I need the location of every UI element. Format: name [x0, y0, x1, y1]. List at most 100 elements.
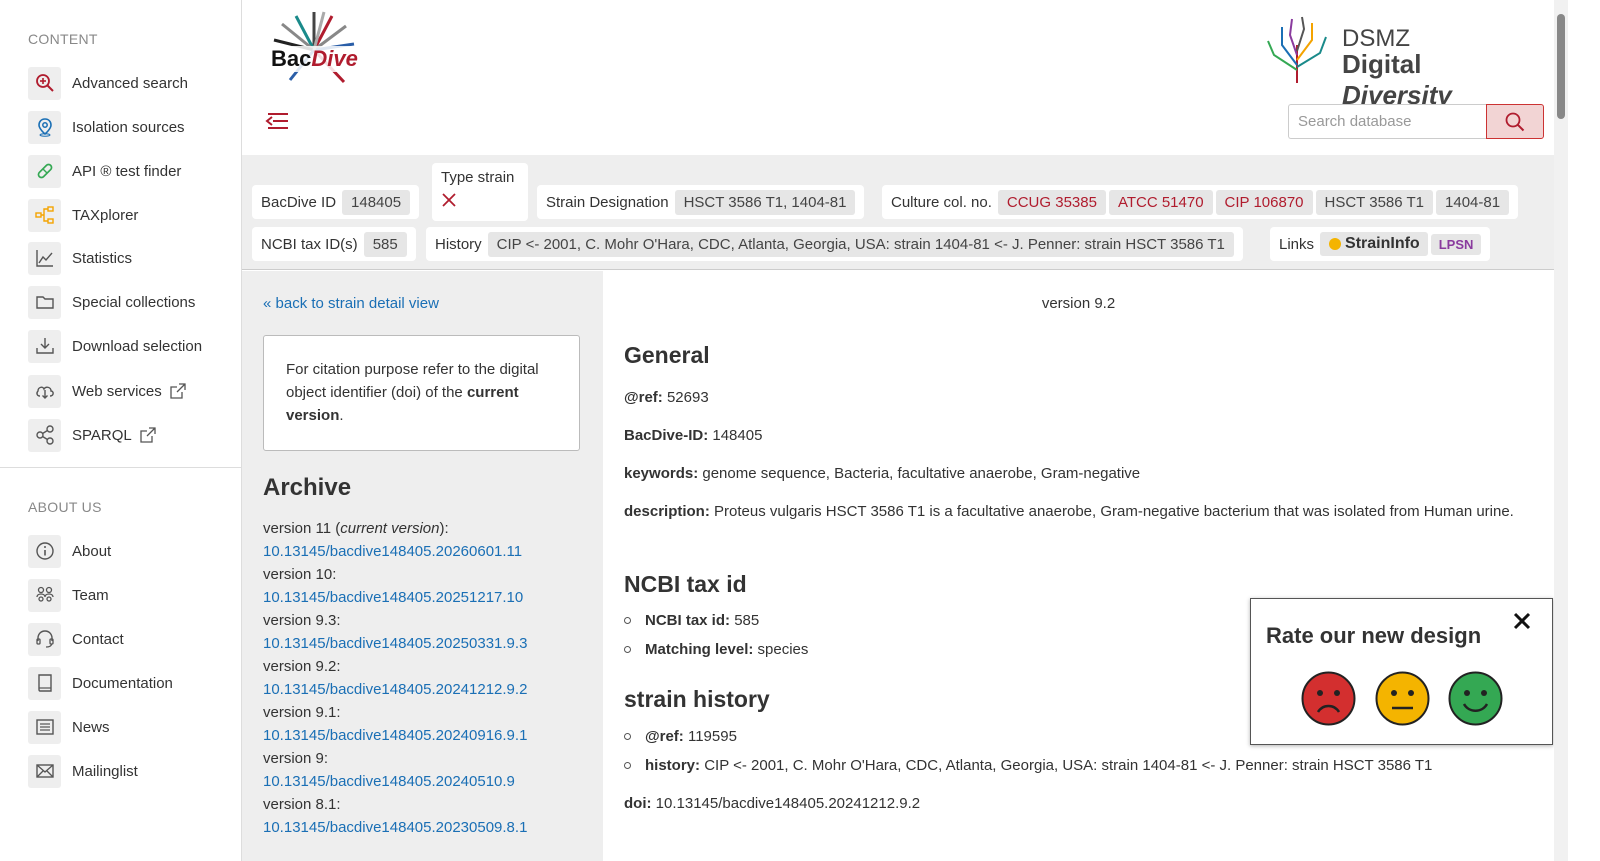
back-to-strain-link[interactable]: « back to strain detail view — [263, 295, 439, 312]
archive-item: version 9.3: 10.13145/bacdive148405.2025… — [263, 609, 527, 655]
pill-icon — [28, 154, 61, 188]
sidebar-item-label: News — [72, 718, 110, 736]
lpsn-link[interactable]: LPSN — [1430, 233, 1482, 255]
sidebar-item-label: Isolation sources — [72, 118, 185, 136]
sidebar-item-about[interactable]: About — [28, 534, 111, 568]
strain-designation-label: Strain Designation — [546, 193, 669, 211]
share-nodes-icon — [28, 418, 61, 452]
archive-doi-link[interactable]: 10.13145/bacdive148405.20241212.9.2 — [263, 678, 527, 701]
page-scrollbar[interactable] — [1554, 0, 1568, 861]
culture-collection-link[interactable]: CIP 106870 — [1215, 189, 1313, 215]
archive-doi-link[interactable]: 10.13145/bacdive148405.20250331.9.3 — [263, 632, 527, 655]
culture-collection-link[interactable]: CCUG 35385 — [997, 189, 1106, 215]
sidebar-item-statistics[interactable]: Statistics — [28, 241, 132, 275]
sidebar-item-label: Special collections — [72, 293, 196, 311]
history-chip: CIP <- 2001, C. Mohr O'Hara, CDC, Atlant… — [487, 231, 1234, 257]
sidebar-item-label: Statistics — [72, 249, 133, 267]
strain-designation-group: Strain Designation HSCT 3586 T1, 1404-81 — [537, 185, 865, 219]
rating-popup: Rate our new design — [1250, 598, 1553, 745]
dsmz-tree-icon — [1267, 16, 1327, 83]
sidebar-item-download-selection[interactable]: Download selection — [28, 329, 202, 363]
search-button[interactable] — [1486, 104, 1544, 139]
bacdive-id-chip: 148405 — [342, 189, 411, 215]
sidebar-item-taxplorer[interactable]: TAXplorer — [28, 198, 138, 232]
sidebar-item-label: TAXplorer — [72, 206, 139, 224]
tree-icon — [28, 198, 61, 232]
sidebar-item-label: Download selection — [72, 337, 203, 355]
field-description: description: Proteus vulgaris HSCT 3586 … — [624, 503, 1514, 520]
sidebar-item-isolation-sources[interactable]: Isolation sources — [28, 110, 185, 144]
archive-item: version 10: 10.13145/bacdive148405.20251… — [263, 563, 527, 609]
sidebar-item-label: Mailinglist — [72, 762, 138, 780]
archive-doi-link[interactable]: 10.13145/bacdive148405.20251217.10 — [263, 586, 527, 609]
archive-item: version 9.1: 10.13145/bacdive148405.2024… — [263, 701, 527, 747]
sidebar-item-label: Contact — [72, 630, 124, 648]
sidebar-item-api-test-finder[interactable]: API ® test finder — [28, 154, 181, 188]
about-heading: ABOUT US — [28, 499, 102, 515]
field-doi: doi: 10.13145/bacdive148405.20241212.9.2 — [624, 795, 921, 812]
archive-doi-link[interactable]: 10.13145/bacdive148405.20260601.11 — [263, 540, 527, 563]
location-pin-icon — [28, 110, 61, 144]
culture-collection-label: Culture col. no. — [891, 193, 992, 211]
ncbi-tax-id-label: NCBI tax ID(s) — [261, 235, 358, 253]
folder-icon — [28, 285, 61, 319]
sidebar-item-web-services[interactable]: Web services — [28, 374, 186, 408]
field-history: history: CIP <- 2001, C. Mohr O'Hara, CD… — [624, 757, 1432, 774]
dsmz-logo[interactable]: DSMZ Digital Diversity — [1262, 15, 1532, 110]
field-history-ref: @ref: 119595 — [624, 728, 737, 745]
archive-doi-link[interactable]: 10.13145/bacdive148405.20230509.8.1 — [263, 816, 527, 839]
ncbi-tax-id-group: NCBI tax ID(s) 585 — [252, 227, 416, 261]
sidebar-item-mailinglist[interactable]: Mailinglist — [28, 754, 138, 788]
newspaper-icon — [28, 710, 61, 744]
sidebar-item-news[interactable]: News — [28, 710, 110, 744]
happy-face-icon[interactable] — [1448, 671, 1503, 726]
field-keywords: keywords: genome sequence, Bacteria, fac… — [624, 465, 1141, 482]
archive-doi-link[interactable]: 10.13145/bacdive148405.20240510.9 — [263, 770, 527, 793]
field-ncbi-taxid: NCBI tax id: 585 — [624, 612, 759, 629]
sidebar-item-contact[interactable]: Contact — [28, 622, 124, 656]
sidebar-item-team[interactable]: Team — [28, 578, 109, 612]
strain-designation-chip: HSCT 3586 T1, 1404-81 — [674, 189, 856, 215]
bacdive-logo[interactable]: BacDive — [264, 10, 364, 90]
rating-title: Rate our new design — [1266, 623, 1482, 648]
strain-info-bar: BacDive ID 148405 Type strain Strain Des… — [242, 155, 1554, 270]
right-gap — [1568, 0, 1600, 861]
info-icon — [28, 534, 61, 568]
links-group: Links StrainInfo LPSN — [1270, 227, 1491, 261]
straininfo-link[interactable]: StrainInfo — [1320, 232, 1428, 256]
sidebar-item-label: SPARQL — [72, 426, 132, 444]
culture-collection-link[interactable]: ATCC 51470 — [1108, 189, 1213, 215]
field-bacdive-id: BacDive-ID: 148405 — [624, 427, 763, 444]
dsmz-subtitle: Digital Diversity — [1342, 49, 1452, 110]
archive-doi-link[interactable]: 10.13145/bacdive148405.20240916.9.1 — [263, 724, 527, 747]
type-strain-label: Type strain — [441, 169, 515, 186]
sidebar-divider — [0, 467, 242, 468]
bacdive-id-label: BacDive ID — [261, 193, 337, 211]
sidebar-item-sparql[interactable]: SPARQL — [28, 418, 156, 452]
sidebar-item-label: About — [72, 542, 112, 560]
search-input[interactable] — [1288, 104, 1487, 139]
sad-face-icon[interactable] — [1301, 671, 1356, 726]
external-link-icon — [170, 383, 186, 399]
sidebar-item-label: Team — [72, 586, 109, 604]
scrollbar-thumb[interactable] — [1557, 14, 1565, 119]
menu-collapse-icon[interactable] — [264, 108, 290, 134]
left-pane: « back to strain detail view For citatio… — [242, 271, 603, 861]
culture-collection-chip: HSCT 3586 T1 — [1315, 189, 1434, 215]
sidebar-item-label: Documentation — [72, 674, 173, 692]
external-link-icon — [140, 427, 156, 443]
culture-collection-chip: 1404-81 — [1436, 189, 1510, 215]
sidebar-item-documentation[interactable]: Documentation — [28, 666, 173, 700]
bacdive-logo-text: BacDive — [269, 46, 360, 72]
archive-item: version 9: 10.13145/bacdive148405.202405… — [263, 747, 527, 793]
field-matching-level: Matching level: species — [624, 641, 808, 658]
close-icon[interactable] — [1510, 609, 1534, 633]
neutral-face-icon[interactable] — [1375, 671, 1430, 726]
sidebar-item-label: API ® test finder — [72, 162, 182, 180]
search-plus-icon — [28, 66, 61, 100]
sidebar-item-special-collections[interactable]: Special collections — [28, 285, 195, 319]
type-strain-group: Type strain — [432, 163, 528, 221]
sidebar: CONTENT Advanced search Isolation source… — [0, 0, 242, 861]
archive-item: version 9.2: 10.13145/bacdive148405.2024… — [263, 655, 527, 701]
sidebar-item-advanced-search[interactable]: Advanced search — [28, 66, 188, 100]
